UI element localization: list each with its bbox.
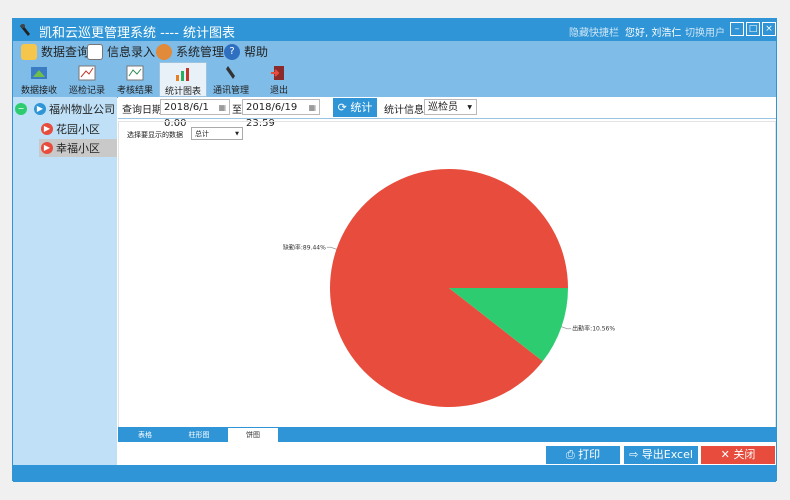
help-icon: ? [224, 43, 240, 60]
dropdown-arrow-icon: ▼ [467, 104, 472, 111]
tab-bar-chart[interactable]: 柱形图 [174, 428, 224, 442]
stat-info-select[interactable]: 巡检员 ▼ [424, 99, 477, 115]
printer-icon: ⎙ [565, 448, 575, 461]
maximize-button[interactable]: □ [746, 22, 760, 36]
chart-panel: 选择要显示的数据 总计 ▼ 缺勤率:89.44% 出勤率:10.56% [118, 121, 776, 429]
stat-info-value: 巡检员 [428, 102, 458, 113]
toolbar: 数据接收 巡检记录 考核结果 统计图表 通讯管理 退出 [13, 62, 776, 98]
tree-root-item[interactable]: − ▶ 福州物业公司 [15, 100, 115, 118]
menu-bar: 数据查询 信息录入 系统管理 ? 帮助 [13, 41, 776, 62]
form-icon [87, 43, 103, 60]
close-window-button[interactable]: × [762, 22, 776, 36]
tool-label: 统计图表 [164, 87, 201, 97]
status-bar [13, 465, 776, 482]
tool-label: 巡检记录 [68, 86, 105, 96]
menu-system-management[interactable]: 系统管理 [156, 43, 224, 60]
play-icon: ▶ [41, 142, 53, 154]
close-icon: ✕ [720, 448, 730, 461]
tree-item-happiness[interactable]: ▶ 幸福小区 [39, 139, 117, 157]
tool-patrol-records[interactable]: 巡检记录 [63, 62, 111, 97]
query-bar: 查询日期 2018/6/1 0:00 ▦ 至 2018/6/19 23:59 ▦… [118, 97, 776, 129]
export-excel-button[interactable]: ⇨ 导出Excel [624, 446, 698, 464]
exit-icon [271, 66, 284, 80]
export-icon: ⇨ [629, 448, 639, 461]
print-label: 打印 [578, 448, 601, 461]
stat-button-label: 统计 [350, 101, 373, 114]
tool-statistics-chart[interactable]: 统计图表 [159, 62, 207, 97]
tool-communication[interactable]: 通讯管理 [207, 62, 255, 97]
play-icon: ▶ [34, 103, 46, 115]
print-button[interactable]: ⎙ 打印 [546, 446, 620, 464]
tree-item-garden[interactable]: ▶ 花园小区 [41, 120, 100, 138]
gear-icon [156, 43, 172, 60]
switch-user-link[interactable]: 切换用户 [685, 24, 725, 39]
hide-shortcuts-link[interactable]: 隐藏快捷栏 [569, 24, 619, 39]
end-date-field[interactable]: 2018/6/19 23:59 ▦ [242, 99, 320, 129]
refresh-icon: ⟳ [337, 101, 347, 114]
pie-leader-line-absence [326, 246, 337, 250]
menu-label: 信息录入 [107, 45, 156, 59]
assessment-icon [126, 65, 144, 81]
tool-exit[interactable]: 退出 [255, 62, 303, 97]
pie-label-attendance: 出勤率:10.56% [572, 325, 615, 333]
play-icon: ▶ [41, 123, 53, 135]
tree-item-label: 花园小区 [56, 123, 100, 136]
start-date-field[interactable]: 2018/6/1 0:00 ▦ [160, 99, 230, 129]
org-tree: − ▶ 福州物业公司 ▶ 花园小区 ▶ 幸福小区 [13, 97, 117, 465]
stat-info-label: 统计信息 [384, 105, 424, 116]
tab-table[interactable]: 表格 [120, 428, 170, 442]
app-logo-icon [18, 22, 34, 41]
tool-label: 数据接收 [20, 86, 57, 96]
menu-label: 帮助 [244, 45, 269, 59]
date-label: 查询日期 [122, 105, 162, 116]
tool-label: 退出 [269, 86, 288, 96]
menu-label: 系统管理 [176, 45, 225, 59]
bar-chart-icon [176, 68, 189, 81]
app-window: 凯和云巡更管理系统 ---- 统计图表 隐藏快捷栏 您好, 刘浩仁 切换用户 –… [12, 18, 777, 482]
to-label: 至 [232, 105, 242, 116]
communication-icon [226, 66, 235, 79]
tree-item-label: 幸福小区 [56, 142, 100, 155]
collapse-icon[interactable]: − [15, 103, 27, 115]
main-content: 查询日期 2018/6/1 0:00 ▦ 至 2018/6/19 23:59 ▦… [118, 97, 776, 465]
menu-data-query[interactable]: 数据查询 [21, 43, 89, 60]
menu-info-entry[interactable]: 信息录入 [87, 43, 155, 60]
stat-button[interactable]: ⟳ 统计 [333, 98, 377, 117]
tool-label: 通讯管理 [212, 86, 249, 96]
tool-assessment-results[interactable]: 考核结果 [111, 62, 159, 97]
tool-label: 考核结果 [116, 86, 153, 96]
pie-label-absence: 缺勤率:89.44% [283, 243, 326, 251]
tree-root-label: 福州物业公司 [49, 103, 115, 116]
pie-slice-absence [330, 168, 568, 407]
tool-data-receive[interactable]: 数据接收 [15, 62, 63, 97]
view-tab-bar: 表格 柱形图 饼图 [118, 427, 776, 442]
minimize-button[interactable]: – [730, 22, 744, 36]
pie-chart: 缺勤率:89.44% 出勤率:10.56% [283, 168, 615, 407]
screen: { "window": { "title": "凯和云巡更管理系统 ---- 统… [0, 0, 790, 500]
close-label: 关闭 [733, 448, 756, 461]
close-button[interactable]: ✕ 关闭 [701, 446, 775, 464]
greeting-text: 您好, 刘浩仁 [625, 28, 682, 39]
calendar-icon[interactable]: ▦ [308, 100, 316, 116]
calendar-icon[interactable]: ▦ [218, 100, 226, 116]
pie-leader-line-attendance [561, 326, 572, 330]
tab-pie-chart[interactable]: 饼图 [228, 428, 278, 442]
menu-label: 数据查询 [41, 45, 90, 59]
patrol-records-icon [78, 65, 96, 81]
folder-icon [21, 43, 37, 60]
data-receive-icon [31, 67, 47, 79]
menu-help[interactable]: ? 帮助 [224, 43, 268, 60]
window-title: 凯和云巡更管理系统 ---- 统计图表 [39, 26, 236, 41]
title-bar: 凯和云巡更管理系统 ---- 统计图表 隐藏快捷栏 您好, 刘浩仁 切换用户 –… [13, 19, 776, 41]
export-label: 导出Excel [641, 448, 693, 461]
